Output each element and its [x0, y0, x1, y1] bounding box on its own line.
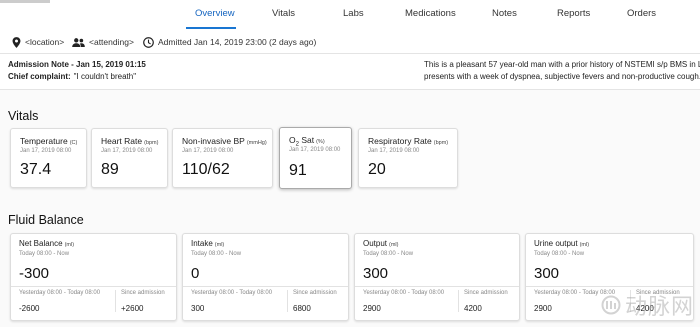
tab-reports[interactable]: Reports	[557, 8, 590, 19]
chief-complaint-label: Chief complaint:	[8, 72, 71, 81]
divider	[183, 286, 348, 287]
fluid-value: 300	[534, 265, 560, 282]
fluid-yesterday-value: -2600	[19, 304, 40, 313]
fluid-since-admission-value: 4200	[464, 304, 482, 313]
fluid-since-admission-value: 6800	[293, 304, 311, 313]
vital-value: 89	[101, 161, 119, 178]
fluid-card-net-balance[interactable]: Net Balance (ml) Today 08:00 - Now -300 Y…	[10, 233, 177, 321]
vitals-section-title: Vitals	[8, 109, 39, 123]
vital-value: 37.4	[20, 161, 52, 178]
vital-date: Jan 17, 2019 08:00	[20, 148, 72, 154]
fluid-yesterday-label: Yesterday 08:00 - Today 08:00	[191, 290, 273, 296]
fluid-since-admission-value: +2600	[121, 304, 144, 313]
location-text: <location>	[25, 37, 65, 47]
chief-complaint-value: "I couldn't breath"	[73, 72, 137, 81]
vital-label: Non-invasive BP (mmHg)	[182, 136, 267, 146]
admission-note[interactable]: Admission Note - Jan 15, 2019 01:15 Chie…	[0, 54, 700, 90]
note-summary-line-1: This is a pleasant 57 year-old man with …	[424, 60, 700, 69]
fluid-since-admission-label: Since admission	[121, 290, 165, 296]
admitted-text: Admitted Jan 14, 2019 23:00 (2 days ago)	[158, 37, 317, 47]
vital-label: O2 Sat (%)	[289, 135, 325, 148]
location-info[interactable]: <location>	[12, 35, 64, 49]
note-summary-line-2: presents with a week of dyspnea, subject…	[424, 72, 700, 81]
fluid-period: Today 08:00 - Now	[363, 251, 414, 257]
tab-medications[interactable]: Medications	[405, 8, 456, 19]
tab-labs[interactable]: Labs	[343, 8, 364, 19]
watermark-text: 动脉网	[624, 295, 694, 320]
vital-date: Jan 17, 2019 08:00	[101, 148, 153, 154]
fluid-label: Output (ml)	[363, 239, 399, 248]
vital-card-blood-pressure[interactable]: Non-invasive BP (mmHg) Jan 17, 2019 08:00…	[172, 128, 273, 188]
fluid-since-admission-label: Since admission	[464, 290, 508, 296]
top-bar: Overview Vitals Labs Medications Notes R…	[0, 0, 700, 30]
location-pin-icon	[12, 36, 21, 48]
vital-date: Jan 17, 2019 08:00	[182, 148, 234, 154]
vital-label: Temperature (C)	[20, 136, 78, 146]
fluid-period: Today 08:00 - Now	[19, 251, 70, 257]
divider	[458, 290, 459, 312]
divider	[355, 286, 519, 287]
fluid-since-admission-label: Since admission	[293, 290, 337, 296]
fluid-value: -300	[19, 265, 50, 282]
note-title: Admission Note - Jan 15, 2019 01:15	[8, 60, 146, 69]
fluid-value: 0	[191, 265, 200, 282]
tab-notes[interactable]: Notes	[492, 8, 517, 19]
admitted-info: Admitted Jan 14, 2019 23:00 (2 days ago)	[143, 35, 316, 49]
active-tab-indicator	[186, 27, 236, 29]
vital-card-temperature[interactable]: Temperature (C) Jan 17, 2019 08:00 37.4	[10, 128, 87, 188]
fluid-yesterday-value: 2900	[534, 304, 552, 313]
vital-label: Respiratory Rate (bpm)	[368, 136, 449, 146]
fluid-card-output[interactable]: Output (ml) Today 08:00 - Now 300 Yesterd…	[354, 233, 520, 321]
fluid-period: Today 08:00 - Now	[191, 251, 242, 257]
fluid-label: Urine output (ml)	[534, 239, 590, 248]
fluid-yesterday-value: 300	[191, 304, 205, 313]
watermark-logo-icon	[601, 295, 621, 315]
fluid-period: Today 08:00 - Now	[534, 251, 585, 257]
vital-card-heart-rate[interactable]: Heart Rate (bpm) Jan 17, 2019 08:00 89	[91, 128, 168, 188]
vital-value: 20	[368, 161, 386, 178]
fluid-yesterday-value: 2900	[363, 304, 381, 313]
divider	[11, 286, 176, 287]
fluid-yesterday-label: Yesterday 08:00 - Today 08:00	[363, 290, 445, 296]
fluid-label: Net Balance (ml)	[19, 239, 75, 248]
tab-overview[interactable]: Overview	[195, 8, 235, 19]
fluid-card-intake[interactable]: Intake (ml) Today 08:00 - Now 0 Yesterday…	[182, 233, 349, 321]
clock-icon	[143, 36, 154, 48]
attending-info[interactable]: <attending>	[72, 35, 134, 49]
fluid-yesterday-label: Yesterday 08:00 - Today 08:00	[19, 290, 101, 296]
vital-date: Jan 17, 2019 08:00	[289, 147, 341, 153]
fluid-label: Intake (ml)	[191, 239, 225, 248]
patient-info-bar: <location> <attending> Admitted Jan 14, …	[0, 30, 700, 54]
attending-text: <attending>	[89, 37, 134, 47]
vital-value: 91	[289, 162, 307, 179]
divider	[287, 290, 288, 312]
chief-complaint: Chief complaint: "I couldn't breath"	[8, 72, 136, 81]
tab-orders[interactable]: Orders	[627, 8, 656, 19]
fluid-balance-section-title: Fluid Balance	[8, 213, 84, 227]
divider	[115, 290, 116, 312]
vital-card-respiratory-rate[interactable]: Respiratory Rate (bpm) Jan 17, 2019 08:00…	[358, 128, 458, 188]
tab-bar: Overview Vitals Labs Medications Notes R…	[0, 0, 700, 30]
divider	[526, 286, 693, 287]
fluid-value: 300	[363, 265, 389, 282]
vital-card-o2-sat[interactable]: O2 Sat (%) Jan 17, 2019 08:00 91	[279, 127, 352, 189]
vital-label: Heart Rate (bpm)	[101, 136, 159, 146]
note-summary: This is a pleasant 57 year-old man with …	[424, 59, 700, 83]
watermark: 动脉网	[601, 289, 694, 321]
vital-date: Jan 17, 2019 08:00	[368, 148, 420, 154]
people-icon	[72, 37, 85, 47]
tab-vitals[interactable]: Vitals	[272, 8, 295, 19]
vital-value: 110/62	[182, 161, 230, 178]
